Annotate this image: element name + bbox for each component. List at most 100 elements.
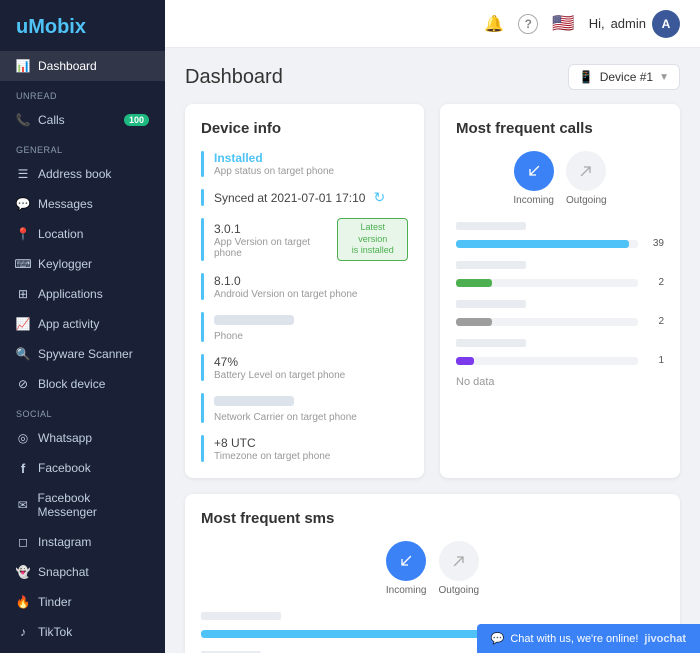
call-bar-label-1: [456, 222, 526, 230]
info-item-app-version: 3.0.1 App Version on target phone Latest…: [201, 218, 408, 261]
sidebar-item-messages[interactable]: 💬 Messages: [0, 189, 165, 219]
battery-value: 47%: [214, 355, 408, 369]
chat-widget[interactable]: 💬 Chat with us, we're online! jivochat: [477, 624, 700, 653]
topnav: 🔔 ? 🇺🇸 Hi, admin A: [165, 0, 700, 48]
outgoing-tab-icon: [566, 151, 606, 191]
calls-card-title: Most frequent calls: [456, 120, 664, 137]
flag-icon: 🇺🇸: [552, 13, 574, 34]
outgoing-sms-tab-icon: [439, 541, 479, 581]
main-content: 🔔 ? 🇺🇸 Hi, admin A Dashboard 📱 Device #1…: [165, 0, 700, 653]
topnav-user[interactable]: Hi, admin A: [589, 10, 680, 38]
sms-label-1: [201, 612, 281, 620]
avatar: A: [652, 10, 680, 38]
sidebar-item-dashboard[interactable]: 📊 Dashboard: [0, 51, 165, 81]
info-item-carrier: Network Carrier on target phone: [201, 393, 408, 423]
sidebar-item-instagram[interactable]: ◻ Instagram: [0, 527, 165, 557]
tinder-icon: 🔥: [16, 595, 30, 609]
call-bar-1: 39: [456, 220, 664, 249]
chat-text: Chat with us, we're online!: [510, 633, 638, 645]
phone-sublabel: Phone: [214, 331, 408, 342]
most-frequent-calls-card: Most frequent calls Incoming Outgoing: [440, 104, 680, 478]
help-icon[interactable]: ?: [518, 14, 538, 34]
sidebar-item-facebook-messenger[interactable]: ✉ Facebook Messenger: [0, 483, 165, 527]
sms-card-title: Most frequent sms: [201, 510, 664, 527]
top-cards-row: Device info Installed App status on targ…: [185, 104, 680, 478]
installed-label: Installed: [214, 151, 408, 165]
whatsapp-icon: ◎: [16, 431, 30, 445]
call-type-tabs: Incoming Outgoing: [456, 151, 664, 206]
block-device-icon: ⊘: [16, 377, 30, 391]
sidebar-item-location[interactable]: 📍 Location: [0, 219, 165, 249]
page-title: Dashboard: [185, 66, 283, 89]
dashboard-icon: 📊: [16, 59, 30, 73]
call-bar-label-4: [456, 339, 526, 347]
incoming-sms-label: Incoming: [386, 585, 427, 596]
sidebar-item-facebook[interactable]: f Facebook: [0, 453, 165, 483]
social-section-label: Social: [0, 399, 165, 423]
username-text: admin: [611, 16, 646, 31]
sidebar-item-calls[interactable]: 📞 Calls 100: [0, 105, 165, 135]
sync-icon[interactable]: ↻: [373, 189, 385, 206]
timezone-value: +8 UTC: [214, 436, 408, 450]
sidebar: uMobix 📊 Dashboard Unread 📞 Calls 100 Ge…: [0, 0, 165, 653]
call-bar-4: 1: [456, 337, 664, 366]
outgoing-calls-tab[interactable]: Outgoing: [566, 151, 607, 206]
outgoing-tab-label: Outgoing: [566, 195, 607, 206]
timezone-sublabel: Timezone on target phone: [214, 451, 408, 462]
device-info-card: Device info Installed App status on targ…: [185, 104, 424, 478]
sidebar-item-spyware-scanner[interactable]: 🔍 Spyware Scanner: [0, 339, 165, 369]
sidebar-item-applications[interactable]: ⊞ Applications: [0, 279, 165, 309]
android-version-sublabel: Android Version on target phone: [214, 289, 408, 300]
call-bar-2: 2: [456, 259, 664, 288]
sidebar-item-whatsapp[interactable]: ◎ Whatsapp: [0, 423, 165, 453]
battery-sublabel: Battery Level on target phone: [214, 370, 408, 381]
call-count-2: 2: [644, 277, 664, 288]
bell-icon[interactable]: 🔔: [484, 14, 504, 34]
address-book-icon: ☰: [16, 167, 30, 181]
sidebar-item-tinder[interactable]: 🔥 Tinder: [0, 587, 165, 617]
call-count-3: 2: [644, 316, 664, 327]
chat-brand: jivochat: [644, 633, 686, 645]
messages-icon: 💬: [16, 197, 30, 211]
call-bar-label-2: [456, 261, 526, 269]
device-icon: 📱: [579, 70, 594, 84]
device-selector[interactable]: 📱 Device #1 ▼: [568, 64, 680, 90]
version-badge: Latest version is installed: [337, 218, 408, 261]
logo: uMobix: [0, 0, 165, 51]
outgoing-sms-tab[interactable]: Outgoing: [438, 541, 479, 596]
sidebar-item-tiktok[interactable]: ♪ TikTok: [0, 617, 165, 647]
chat-icon: 💬: [491, 632, 505, 645]
general-section-label: General: [0, 135, 165, 159]
location-icon: 📍: [16, 227, 30, 241]
carrier-sublabel: Network Carrier on target phone: [214, 412, 408, 423]
sms-type-tabs: Incoming Outgoing: [201, 541, 664, 596]
info-item-battery: 47% Battery Level on target phone: [201, 354, 408, 381]
sidebar-item-address-book[interactable]: ☰ Address book: [0, 159, 165, 189]
chevron-down-icon: ▼: [659, 72, 669, 83]
incoming-tab-label: Incoming: [513, 195, 554, 206]
app-activity-icon: 📈: [16, 317, 30, 331]
sidebar-item-keylogger[interactable]: ⌨ Keylogger: [0, 249, 165, 279]
sidebar-item-snapchat[interactable]: 👻 Snapchat: [0, 557, 165, 587]
sidebar-item-app-activity[interactable]: 📈 App activity: [0, 309, 165, 339]
keylogger-icon: ⌨: [16, 257, 30, 271]
incoming-sms-tab[interactable]: Incoming: [386, 541, 427, 596]
carrier-blurred: [214, 396, 294, 406]
info-item-timezone: +8 UTC Timezone on target phone: [201, 435, 408, 462]
synced-text: Synced at 2021-07-01 17:10: [214, 191, 365, 205]
applications-icon: ⊞: [16, 287, 30, 301]
app-version-sublabel: App Version on target phone: [214, 237, 337, 259]
no-data-label: No data: [456, 376, 664, 388]
app-version-value: 3.0.1: [214, 222, 337, 236]
hi-text: Hi,: [589, 16, 605, 31]
call-bar-label-3: [456, 300, 526, 308]
page-content: Dashboard 📱 Device #1 ▼ Device info Inst…: [165, 48, 700, 653]
calls-icon: 📞: [16, 113, 30, 127]
incoming-calls-tab[interactable]: Incoming: [513, 151, 554, 206]
facebook-icon: f: [16, 461, 30, 475]
sidebar-item-block-device[interactable]: ⊘ Block device: [0, 369, 165, 399]
snapchat-icon: 👻: [16, 565, 30, 579]
call-count-1: 39: [644, 238, 664, 249]
info-item-android-version: 8.1.0 Android Version on target phone: [201, 273, 408, 300]
call-bar-3: 2: [456, 298, 664, 327]
